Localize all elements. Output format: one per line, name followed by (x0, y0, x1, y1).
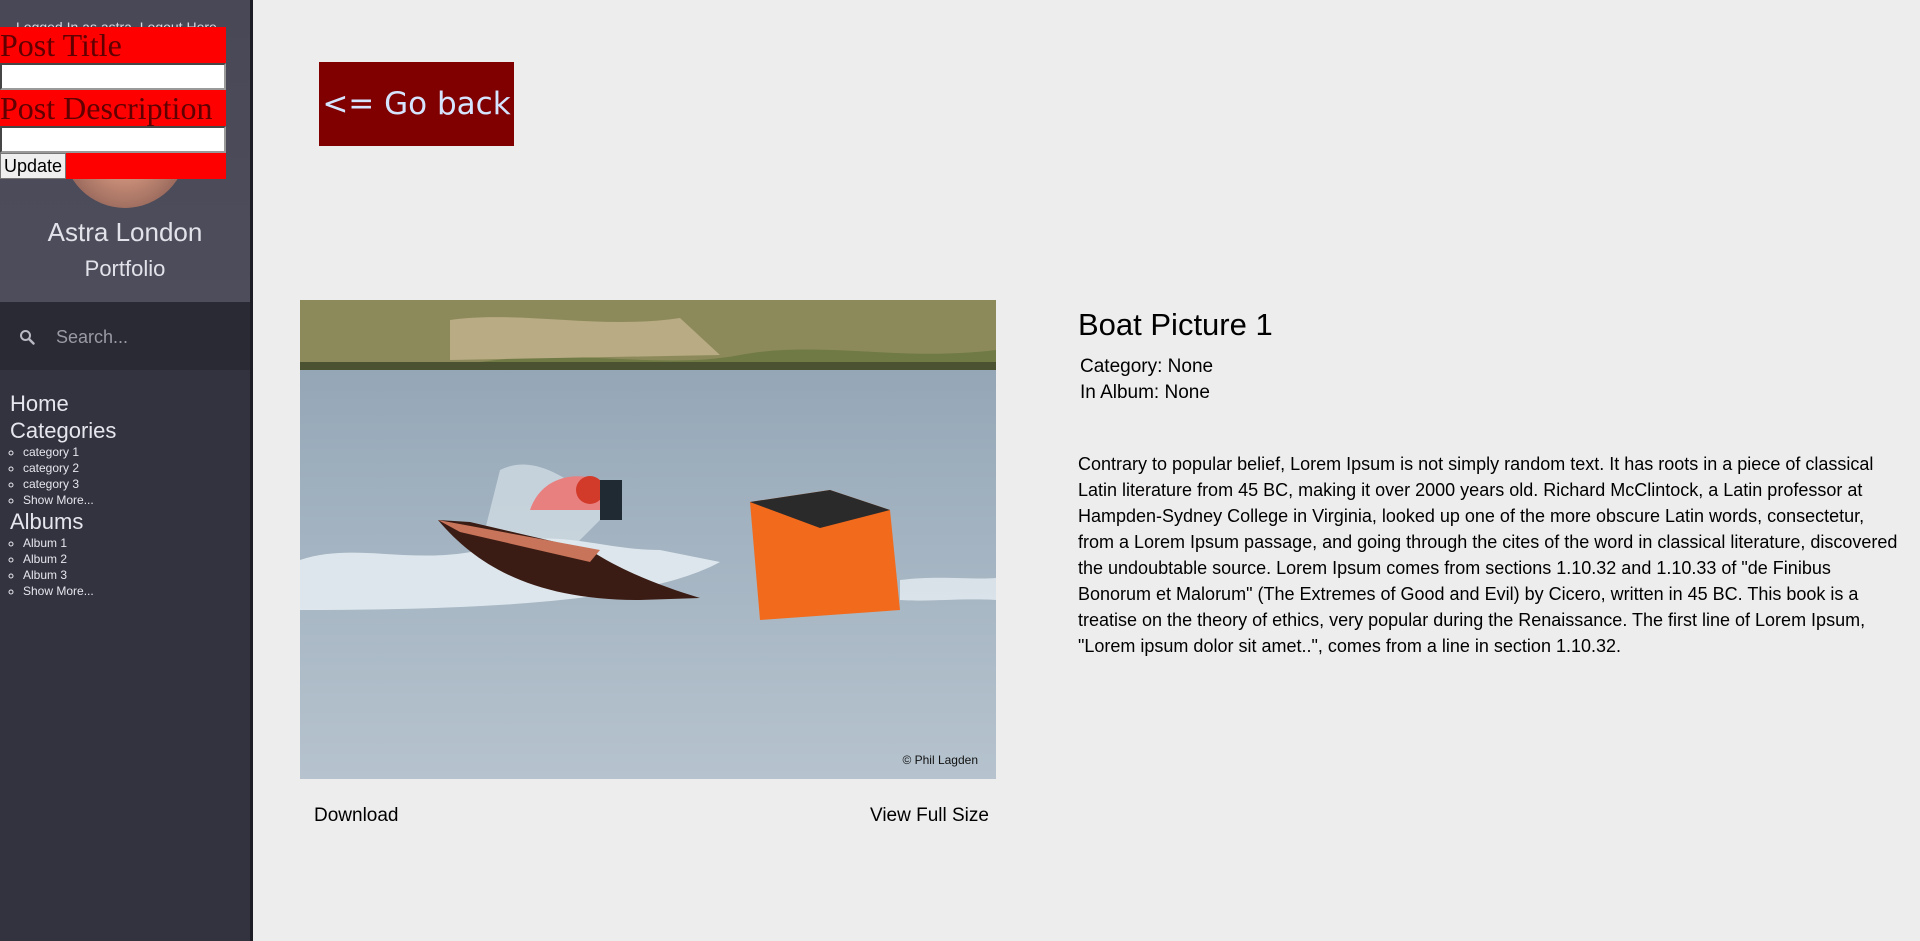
post-description-label: Post Description (0, 90, 213, 126)
category-item[interactable]: category 3 (23, 476, 116, 492)
album-list: Album 1 Album 2 Album 3 Show More... (23, 535, 116, 599)
edit-post-form: Post Title Post Description Update (0, 27, 226, 179)
photo-credit: © Phil Lagden (902, 753, 978, 767)
go-back-button[interactable]: <= Go back (319, 62, 514, 146)
download-link[interactable]: Download (314, 805, 399, 827)
profile-name: Astra London (47, 217, 203, 247)
search-bar (0, 302, 250, 370)
albums-show-more[interactable]: Show More... (23, 583, 116, 599)
post-description-input[interactable] (0, 126, 226, 153)
category-list: category 1 category 2 category 3 Show Mo… (23, 444, 116, 508)
album-item[interactable]: Album 3 (23, 567, 116, 583)
view-full-size-link[interactable]: View Full Size (870, 805, 989, 827)
album-item[interactable]: Album 2 (23, 551, 116, 567)
nav-home[interactable]: Home (10, 390, 116, 417)
post-description: Contrary to popular belief, Lorem Ipsum … (1078, 454, 1898, 656)
album-item[interactable]: Album 1 (23, 535, 116, 551)
category-item[interactable]: category 2 (23, 460, 116, 476)
update-button[interactable]: Update (0, 153, 67, 179)
post-category: Category: None (1080, 356, 1214, 377)
boat-photo (300, 300, 996, 779)
profile-subtitle: Portfolio (84, 256, 166, 281)
post-title-label: Post Title (0, 27, 122, 63)
sidebar-nav: Home Categories category 1 category 2 ca… (10, 390, 116, 599)
categories-show-more[interactable]: Show More... (23, 492, 116, 508)
search-input[interactable] (56, 322, 241, 352)
post-title: Boat Picture 1 (1078, 307, 1273, 342)
search-icon (20, 330, 35, 345)
sidebar: Astra London Portfolio Logged In as astr… (0, 0, 253, 941)
post-title-input[interactable] (0, 63, 226, 90)
nav-categories[interactable]: Categories (10, 417, 116, 444)
category-item[interactable]: category 1 (23, 444, 116, 460)
nav-albums[interactable]: Albums (10, 508, 116, 535)
post-image[interactable]: © Phil Lagden (300, 300, 996, 779)
post-meta: Category: None In Album: None (1080, 354, 1213, 406)
post-album: In Album: None (1080, 382, 1210, 403)
